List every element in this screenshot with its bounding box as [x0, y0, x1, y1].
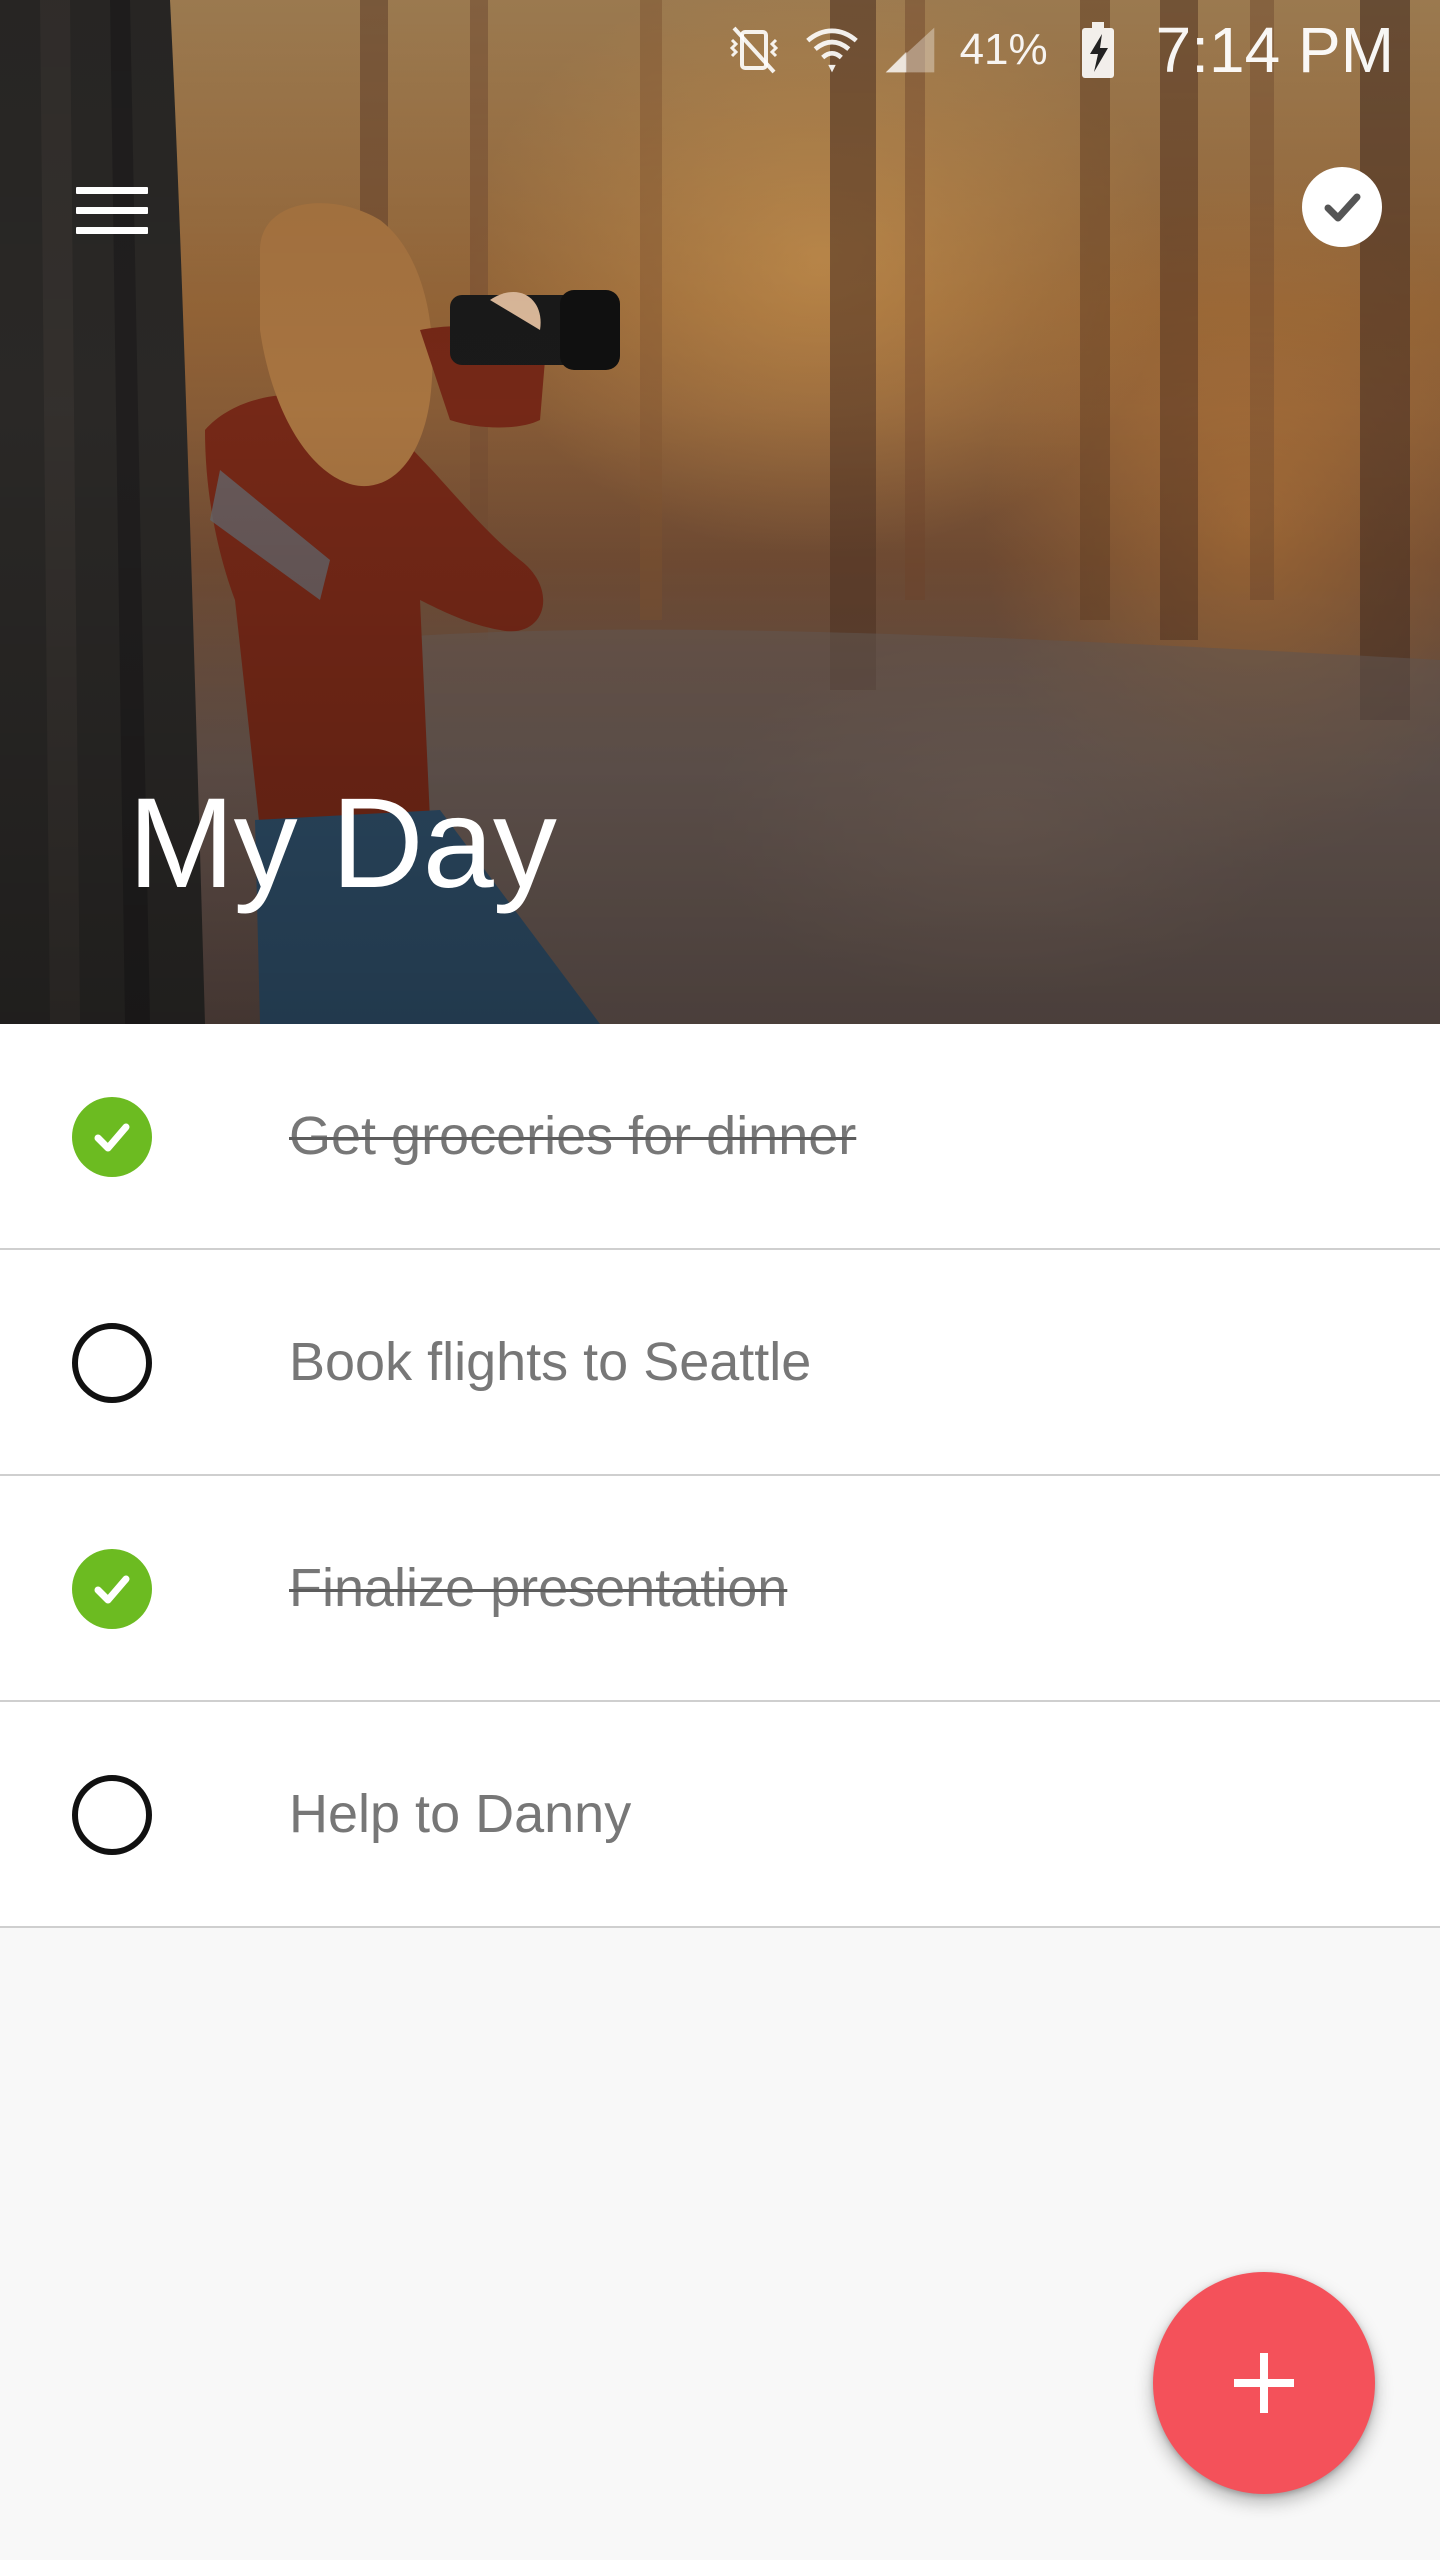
task-row[interactable]: Get groceries for dinner — [0, 1024, 1440, 1250]
empty-checkbox-icon[interactable] — [72, 1323, 152, 1403]
add-task-button[interactable] — [1153, 2272, 1375, 2494]
battery-charging-icon — [1070, 22, 1126, 78]
task-label: Help to Danny — [289, 1784, 632, 1844]
vibrate-off-icon — [726, 22, 782, 78]
hamburger-menu-icon[interactable] — [62, 170, 162, 250]
completed-checkbox-icon[interactable] — [72, 1097, 152, 1177]
check-circle-icon[interactable] — [1302, 167, 1382, 247]
clock-time: 7:14 PM — [1155, 14, 1394, 86]
status-bar: 41% 7:14 PM — [0, 0, 1440, 100]
completed-checkbox-icon[interactable] — [72, 1549, 152, 1629]
battery-percent: 41% — [959, 25, 1048, 74]
task-label: Book flights to Seattle — [289, 1332, 812, 1392]
task-label: Get groceries for dinner — [289, 1106, 857, 1166]
wifi-icon — [804, 22, 860, 78]
plus-icon — [1234, 2353, 1294, 2413]
cellular-signal-icon — [882, 22, 938, 78]
empty-checkbox-icon[interactable] — [72, 1775, 152, 1855]
task-list: Get groceries for dinner Book flights to… — [0, 1024, 1440, 1928]
task-row[interactable]: Help to Danny — [0, 1702, 1440, 1928]
task-label: Finalize presentation — [289, 1558, 788, 1618]
page-title: My Day — [128, 772, 557, 915]
task-row[interactable]: Finalize presentation — [0, 1476, 1440, 1702]
header-banner: 41% 7:14 PM My Day — [0, 0, 1440, 1024]
task-row[interactable]: Book flights to Seattle — [0, 1250, 1440, 1476]
